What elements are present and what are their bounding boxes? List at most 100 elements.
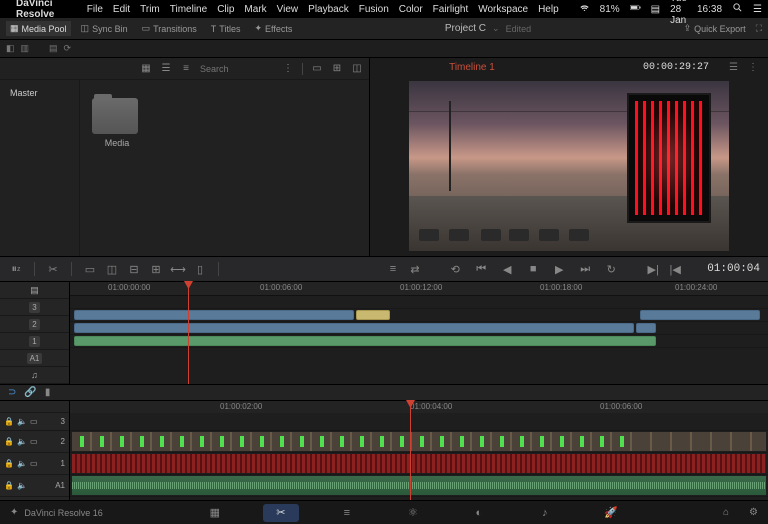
settings-gear-icon[interactable]: ⚙ — [749, 507, 758, 518]
track-v2[interactable] — [70, 309, 768, 322]
menubar-time[interactable]: 16:38 — [697, 4, 722, 15]
page-fairlight[interactable]: ♪ — [527, 504, 563, 522]
lower-track-v3[interactable] — [70, 413, 768, 431]
clip-v2-1[interactable] — [74, 310, 354, 320]
menu-help[interactable]: Help — [538, 4, 559, 15]
effects-tab[interactable]: ✦ Effects — [250, 21, 296, 36]
clip-v2-3[interactable] — [640, 310, 760, 320]
clip-a1-1[interactable] — [74, 336, 656, 346]
viewer-menu-icon[interactable]: ⋮ — [748, 62, 758, 73]
loop2-icon[interactable]: ↻ — [603, 261, 619, 277]
marker-tool-icon[interactable]: ▮ — [45, 387, 51, 398]
layout-icon-2[interactable]: ▥ — [21, 43, 30, 54]
track-header-v1[interactable]: 1 — [0, 333, 69, 350]
media-folder-icon[interactable] — [92, 98, 138, 134]
viewer-options-icon[interactable]: ☰ — [729, 62, 738, 73]
tool-icon-4[interactable]: ⊞ — [148, 261, 164, 277]
transport-timecode[interactable]: 01:00:04 — [707, 263, 760, 275]
viewer-timecode[interactable]: 00:00:29:27 — [643, 62, 709, 73]
lower-clip-a1[interactable] — [72, 476, 766, 495]
layout-icon-3[interactable]: ▤ — [49, 43, 58, 54]
menu-clip[interactable]: Clip — [217, 4, 234, 15]
page-deliver[interactable]: 🚀 — [593, 504, 629, 522]
pool-opt-icon-1[interactable]: ▭ — [311, 63, 323, 75]
sleep-icon[interactable]: ⏸z — [8, 261, 24, 277]
audio-tool-icon[interactable]: ♫ — [31, 370, 38, 380]
menu-playback[interactable]: Playback — [308, 4, 349, 15]
track-tool-icon[interactable]: ▤ — [30, 285, 39, 296]
layout-icon-1[interactable]: ◧ — [6, 43, 15, 54]
menu-color[interactable]: Color — [399, 4, 423, 15]
menu-mark[interactable]: Mark — [244, 4, 266, 15]
upper-playhead[interactable] — [188, 282, 189, 384]
skip-back-icon[interactable]: ▶| — [645, 261, 661, 277]
lock-icon[interactable]: 🔒 — [4, 459, 14, 468]
menu-view[interactable]: View — [277, 4, 299, 15]
clip-v2-2[interactable] — [356, 310, 390, 320]
skip-fwd-icon[interactable]: |◀ — [667, 261, 683, 277]
sort-icon[interactable]: ⋮ — [282, 63, 294, 75]
menu-file[interactable]: File — [87, 4, 103, 15]
lower-ruler[interactable]: 01:00:02:0001:00:04:0001:00:06:00 — [70, 401, 768, 413]
pool-opt-icon-3[interactable]: ◫ — [351, 63, 363, 75]
page-edit[interactable]: ≡ — [329, 504, 365, 522]
lower-header-v1[interactable]: 🔒 🔈 ▭ 1 — [0, 453, 69, 475]
app-name[interactable]: DaVinci Resolve — [16, 0, 77, 20]
transitions-tab[interactable]: ▭ Transitions — [138, 21, 201, 36]
clip-v1-2[interactable] — [636, 323, 656, 333]
input-menu-icon[interactable]: ▤ — [651, 4, 660, 15]
viewer-body[interactable] — [370, 76, 768, 256]
track-v1[interactable] — [70, 322, 768, 335]
monitor-icon[interactable]: ▭ — [30, 417, 38, 426]
speaker-icon[interactable]: 🔈 — [17, 417, 27, 426]
syncbin-tab[interactable]: ◫ Sync Bin — [77, 21, 132, 36]
menu-fairlight[interactable]: Fairlight — [433, 4, 469, 15]
titles-tab[interactable]: T Titles — [207, 22, 245, 36]
thumbnails-view-icon[interactable]: ▦ — [140, 63, 152, 75]
magnet-icon[interactable]: ⊃ — [8, 387, 16, 398]
tool-icon-2[interactable]: ◫ — [104, 261, 120, 277]
lower-timeline-body[interactable]: 01:00:02:0001:00:04:0001:00:06:00 — [70, 401, 768, 500]
lower-playhead[interactable] — [410, 401, 411, 500]
step-back-icon[interactable]: ◀ — [499, 261, 515, 277]
lower-clip-v1[interactable] — [72, 454, 766, 473]
page-media[interactable]: ▦ — [197, 504, 233, 522]
timeline-name-label[interactable]: Timeline 1 — [449, 62, 495, 73]
project-chevron-icon[interactable]: ⌄ — [492, 23, 500, 34]
full-screen-icon[interactable]: ⛶ — [756, 23, 762, 34]
track-a1[interactable] — [70, 335, 768, 348]
home-icon[interactable]: ⌂ — [723, 507, 729, 518]
tool-icon-3[interactable]: ⊟ — [126, 261, 142, 277]
tool-icon-7[interactable]: ≡ — [385, 261, 401, 277]
lower-track-v1[interactable] — [70, 453, 768, 475]
speaker-icon[interactable]: 🔈 — [17, 459, 27, 468]
strip-view-icon[interactable]: ☰ — [160, 63, 172, 75]
stop-icon[interactable]: ■ — [525, 261, 541, 277]
list-view-icon[interactable]: ≡ — [180, 63, 192, 75]
page-cut[interactable]: ✂ — [263, 504, 299, 522]
master-bin[interactable]: Master — [6, 86, 73, 100]
upper-timeline-body[interactable]: 01:00:00:0001:00:06:0001:00:12:0001:00:1… — [70, 282, 768, 384]
layout-icon-4[interactable]: ⟳ — [64, 43, 72, 54]
upper-ruler[interactable]: 01:00:00:0001:00:06:0001:00:12:0001:00:1… — [70, 282, 768, 296]
project-name[interactable]: Project C — [445, 23, 486, 34]
loop-icon[interactable]: ⟲ — [447, 261, 463, 277]
menu-workspace[interactable]: Workspace — [478, 4, 528, 15]
menu-fusion[interactable]: Fusion — [359, 4, 389, 15]
play-icon[interactable]: ▶ — [551, 261, 567, 277]
track-header-a1[interactable]: A1 — [0, 350, 69, 367]
tool-icon-8[interactable]: ⇄ — [407, 261, 423, 277]
search-input[interactable] — [200, 64, 260, 74]
tool-icon-5[interactable]: ⟷ — [170, 261, 186, 277]
link-icon[interactable]: 🔗 — [24, 387, 36, 398]
speaker-icon[interactable]: 🔈 — [17, 437, 27, 446]
lower-track-v2[interactable] — [70, 431, 768, 453]
scissors-icon[interactable]: ✂ — [45, 261, 61, 277]
lower-track-a1[interactable] — [70, 475, 768, 497]
wifi-icon[interactable] — [579, 2, 590, 16]
clip-v1-1[interactable] — [74, 323, 634, 333]
track-header-v3[interactable]: 3 — [0, 299, 69, 316]
track-header-v2[interactable]: 2 — [0, 316, 69, 333]
tool-icon-1[interactable]: ▭ — [82, 261, 98, 277]
lock-icon[interactable]: 🔒 — [4, 437, 14, 446]
